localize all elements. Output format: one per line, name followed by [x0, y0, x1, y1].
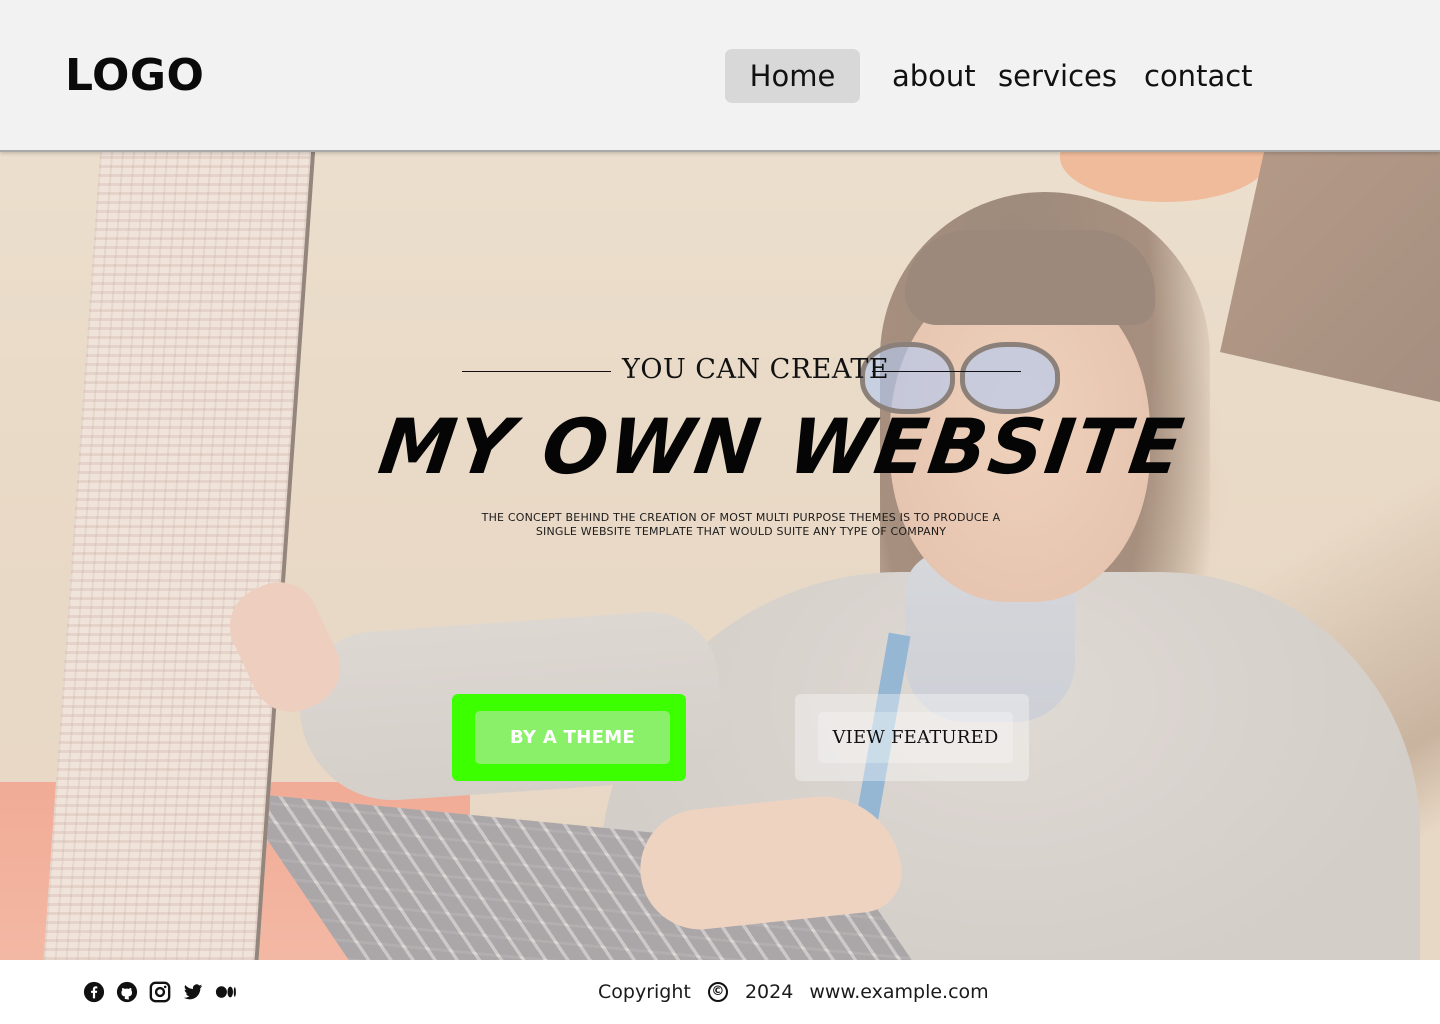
- copyright-icon: ©: [707, 981, 728, 1002]
- nav-services[interactable]: services: [998, 49, 1117, 103]
- site-header: LOGO Home about services contact: [0, 0, 1440, 152]
- copyright-year: 2024: [744, 980, 794, 1003]
- site-footer: Copyright © 2024 www.example.com: [0, 960, 1440, 1024]
- copyright-label: Copyright: [598, 980, 691, 1003]
- buy-theme-button[interactable]: BY A THEME: [452, 694, 686, 781]
- nav-home[interactable]: Home: [725, 49, 860, 103]
- copyright-notice: Copyright © 2024 www.example.com: [598, 980, 989, 1004]
- github-icon[interactable]: [116, 981, 138, 1003]
- hero-overlay: [0, 152, 1440, 960]
- footer-site-link[interactable]: www.example.com: [809, 981, 988, 1003]
- buy-theme-button-label[interactable]: BY A THEME: [475, 711, 670, 764]
- hero-section: [0, 152, 1440, 960]
- nav-contact[interactable]: contact: [1144, 49, 1253, 103]
- hero-eyebrow-text: YOU CAN CREATE: [622, 354, 890, 385]
- medium-icon[interactable]: [215, 981, 237, 1003]
- eyebrow-divider-left: [462, 371, 611, 372]
- hero-subtext-line-1: THE CONCEPT BEHIND THE CREATION OF MOST …: [481, 511, 1001, 524]
- view-featured-button[interactable]: VIEW FEATURED: [795, 694, 1029, 781]
- hero-subtext-line-2: SINGLE WEBSITE TEMPLATE THAT WOULD SUITE…: [535, 525, 947, 538]
- twitter-icon[interactable]: [182, 981, 204, 1003]
- nav-about[interactable]: about: [892, 49, 976, 103]
- hero-headline: MY OWN WEBSITE: [373, 402, 1191, 491]
- instagram-icon[interactable]: [149, 981, 171, 1003]
- facebook-icon[interactable]: [83, 981, 105, 1003]
- hero-eyebrow: YOU CAN CREATE: [462, 354, 1022, 390]
- eyebrow-divider-right: [872, 371, 1021, 372]
- hero-subtext: THE CONCEPT BEHIND THE CREATION OF MOST …: [450, 511, 1032, 539]
- logo[interactable]: LOGO: [65, 50, 204, 101]
- view-featured-button-label[interactable]: VIEW FEATURED: [818, 712, 1013, 763]
